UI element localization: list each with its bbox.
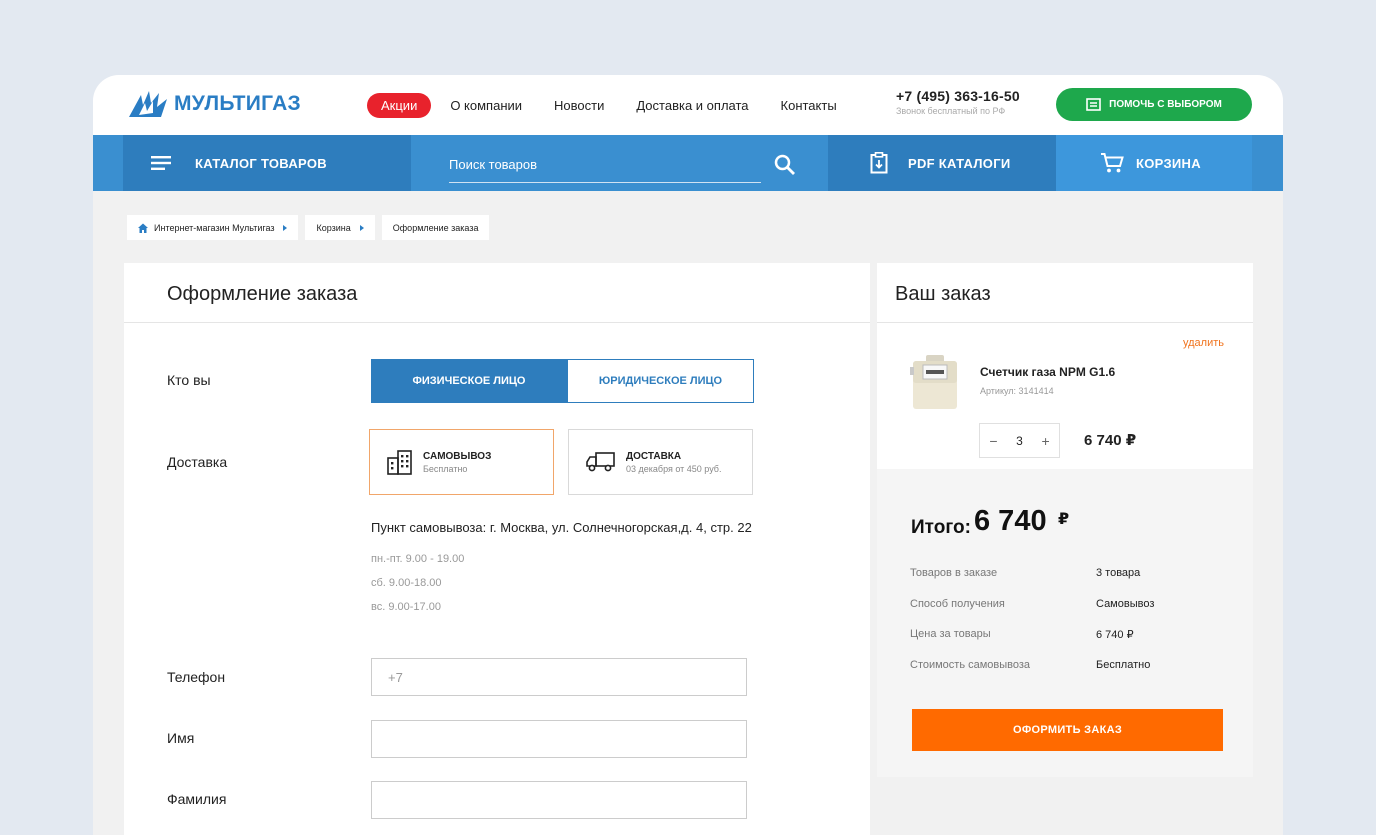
company-option[interactable]: ЮРИДИЧЕСКОЕ ЛИЦО [567,359,754,403]
hours-weekdays: пн.-пт. 9.00 - 19.00 [371,553,465,565]
increase-button[interactable]: + [1041,433,1049,449]
browser-page: МУЛЬТИГАЗ Акции О компании Новости Доста… [93,75,1283,835]
home-icon [138,223,148,233]
chevron-right-icon [283,224,288,231]
delete-item-link[interactable]: удалить [1183,337,1224,349]
total-currency: ₽ [1058,511,1070,528]
page-title: Оформление заказа [167,283,358,305]
pdf-catalogs-button[interactable]: PDF КАТАЛОГИ [828,135,1056,191]
nav-about[interactable]: О компании [450,98,522,113]
product-name[interactable]: Счетчик газа NPM G1.6 [980,365,1115,379]
summary-label: Способ получения [910,598,1005,610]
breadcrumb-current: Оформление заказа [381,215,490,240]
name-label: Имя [167,730,195,746]
customer-type-toggle: ФИЗИЧЕСКОЕ ЛИЦО ЮРИДИЧЕСКОЕ ЛИЦО [371,359,754,403]
nav-contacts[interactable]: Контакты [781,98,837,113]
delivery-label: Доставка [167,454,228,470]
phone-field[interactable]: +7 [371,658,747,696]
place-order-button[interactable]: ОФОРМИТЬ ЗАКАЗ [912,709,1223,751]
pickup-subtitle: Бесплатно [423,463,468,474]
gas-meter-image [910,355,957,409]
logo[interactable]: МУЛЬТИГАЗ [127,88,301,120]
phone-label: Телефон [167,669,226,685]
hours-saturday: сб. 9.00-18.00 [371,577,442,589]
quantity-value[interactable]: 3 [1016,434,1023,448]
decrease-button[interactable]: − [989,433,997,449]
individual-option[interactable]: ФИЗИЧЕСКОЕ ЛИЦО [371,359,567,403]
top-header: МУЛЬТИГАЗ Акции О компании Новости Доста… [93,75,1283,135]
catalog-label: КАТАЛОГ ТОВАРОВ [195,155,327,171]
checkout-form: Оформление заказа Кто вы ФИЗИЧЕСКОЕ ЛИЦО… [124,263,870,835]
breadcrumb-label: Оформление заказа [392,222,479,233]
phone-number[interactable]: +7 (495) 363-16-50 [896,88,1020,104]
truck-icon [586,452,615,472]
help-choose-label: ПОМОЧЬ С ВЫБОРОМ [1109,99,1222,110]
delivery-text: ДОСТАВКА 03 декабря от 450 руб. [626,451,721,474]
pdf-catalogs-label: PDF КАТАЛОГИ [908,155,1011,171]
breadcrumb-cart[interactable]: Корзина [305,215,375,240]
nav-delivery[interactable]: Доставка и оплата [636,98,748,113]
surname-field[interactable] [371,781,747,819]
pickup-title: САМОВЫВОЗ [423,450,492,462]
summary-label: Стоимость самовывоза [910,659,1031,671]
quantity-stepper: − 3 + [979,423,1060,458]
help-choose-button[interactable]: ПОМОЧЬ С ВЫБОРОМ [1056,88,1252,121]
surname-label: Фамилия [167,791,227,807]
pickup-text: САМОВЫВОЗ Бесплатно [423,451,491,474]
total-value: 6 740 [974,505,1047,537]
divider [124,322,870,323]
pickup-address: Пункт самовывоза: г. Москва, ул. Солнечн… [371,520,752,535]
order-title: Ваш заказ [895,283,991,305]
summary-value: 3 товара [1096,567,1141,579]
product-price: 6 740 ₽ [1084,432,1137,449]
nav-news[interactable]: Новости [554,98,604,113]
breadcrumb: Интернет-магазин Мультигаз Корзина Оформ… [127,215,496,240]
breadcrumb-home[interactable]: Интернет-магазин Мультигаз [127,215,299,240]
name-field[interactable] [371,720,747,758]
phone-block: +7 (495) 363-16-50 Звонок бесплатный по … [896,88,1020,116]
flame-logo-icon [129,91,167,117]
summary-value: Самовывоз [1096,598,1155,610]
product-sku: Артикул: 3141414 [980,386,1054,396]
summary-value: 6 740 ₽ [1096,629,1134,641]
cart-label: КОРЗИНА [1136,155,1201,171]
catalog-bar: КАТАЛОГ ТОВАРОВ Поиск товаров PDF КАТАЛО… [93,135,1283,191]
search-input[interactable]: Поиск товаров [449,149,761,183]
cart-icon [1101,153,1124,173]
summary-value: Бесплатно [1096,659,1151,671]
total-label: Итого: [911,517,971,538]
delivery-subtitle: 03 декабря от 450 руб. [626,463,722,474]
pickup-option[interactable]: САМОВЫВОЗ Бесплатно [369,429,554,495]
clipboard-download-icon [870,152,888,174]
nav-promo[interactable]: Акции [367,93,432,118]
delivery-option[interactable]: ДОСТАВКА 03 декабря от 450 руб. [568,429,753,495]
breadcrumb-label: Корзина [316,222,351,233]
list-icon [1086,98,1101,111]
summary-label: Товаров в заказе [910,567,998,579]
breadcrumb-label: Интернет-магазин Мультигаз [154,222,275,233]
logo-text: МУЛЬТИГАЗ [174,92,301,115]
who-label: Кто вы [167,372,211,388]
chevron-right-icon [359,224,364,231]
menu-icon [151,156,171,170]
phone-note: Звонок бесплатный по РФ [896,106,1006,116]
order-totals: Итого: 6 740 ₽ Товаров в заказе 3 товара… [877,469,1253,777]
divider [877,322,1253,323]
delivery-title: ДОСТАВКА [626,450,682,462]
hours-sunday: вс. 9.00-17.00 [371,601,441,613]
summary-label: Цена за товары [910,628,991,640]
catalog-button[interactable]: КАТАЛОГ ТОВАРОВ [123,135,411,191]
search-icon[interactable] [774,154,796,176]
building-icon [387,450,412,475]
order-summary: Ваш заказ удалить Счетчик газа NPM G1.6 … [877,263,1253,777]
cart-button[interactable]: КОРЗИНА [1056,135,1252,191]
main-nav: Акции О компании Новости Доставка и опла… [367,93,869,118]
